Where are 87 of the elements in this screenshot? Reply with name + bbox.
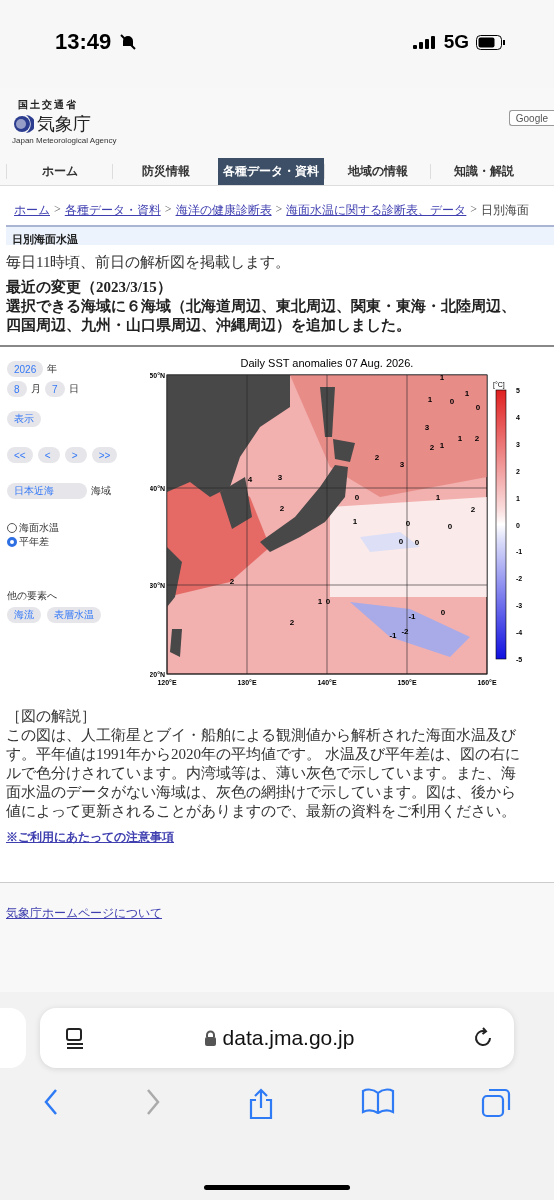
agency-logo-icon bbox=[12, 114, 34, 134]
url-text: data.jma.go.jp bbox=[222, 1026, 355, 1050]
agency-name: 気象庁 bbox=[37, 112, 91, 136]
contour-label: 2 bbox=[429, 443, 435, 452]
contour-label: 1 bbox=[317, 597, 323, 606]
month-label: 月 bbox=[31, 382, 41, 396]
contour-label: -2 bbox=[401, 627, 409, 636]
ministry-name: 国土交通省 bbox=[18, 98, 79, 112]
year-label: 年 bbox=[47, 362, 58, 376]
agency-english-name: Japan Meteorological Agency bbox=[12, 136, 117, 145]
about-site-link[interactable]: 気象庁ホームページについて bbox=[6, 906, 162, 920]
contour-label: 1 bbox=[464, 389, 470, 398]
explanation-text: 値によって更新されることがありますので、最新の資料をご利用ください。 bbox=[6, 802, 517, 821]
page-menu-icon[interactable] bbox=[64, 1027, 86, 1049]
explanation-text: この図は、人工衛星とブイ・船舶による観測値から解析された海面水温及び bbox=[6, 726, 517, 745]
reload-icon[interactable] bbox=[472, 1027, 494, 1049]
explanation-text: 面水温のデータがない海域は、灰色の網掛けで示しています。図は、後から bbox=[6, 783, 517, 802]
network-label: 5G bbox=[443, 31, 469, 53]
nav-tab[interactable]: ホーム bbox=[6, 164, 112, 179]
contour-label: 4 bbox=[247, 475, 253, 484]
share-icon[interactable] bbox=[247, 1088, 275, 1120]
explanation-text: ルで色分けされています。内湾域等は、薄い灰色で示しています。また、海 bbox=[6, 764, 517, 783]
contour-label: 2 bbox=[470, 505, 476, 514]
change-text: 四国周辺、九州・山口県周辺、沖縄周辺）を追加しました。 bbox=[6, 317, 411, 333]
radio-button[interactable] bbox=[7, 537, 17, 547]
breadcrumb-link[interactable]: ホーム bbox=[14, 202, 50, 219]
contour-label: 1 bbox=[457, 434, 463, 443]
contour-label: 2 bbox=[279, 504, 285, 513]
radio-option[interactable]: 平年差 bbox=[7, 535, 150, 549]
contour-label: 0 bbox=[449, 397, 455, 406]
explanation-text: す。平年値は1991年から2020年の平均値です。 水温及び平年差は、図の右に bbox=[6, 745, 521, 764]
contour-label: 2 bbox=[474, 434, 480, 443]
breadcrumb-current: 日別海面 bbox=[481, 202, 530, 219]
nav-tab[interactable]: 知識・解説 bbox=[430, 164, 536, 179]
explanation-heading: ［図の解説］ bbox=[6, 707, 97, 726]
contour-label: 1 bbox=[427, 395, 433, 404]
tabs-icon[interactable] bbox=[481, 1088, 511, 1118]
breadcrumb-separator: > bbox=[275, 202, 283, 218]
radio-button[interactable] bbox=[7, 523, 17, 533]
area-label: 海域 bbox=[91, 484, 111, 498]
breadcrumb-separator: > bbox=[470, 202, 478, 218]
other-elements-label: 他の要素へ bbox=[7, 589, 58, 603]
contour-label: 0 bbox=[440, 608, 446, 617]
nav-tab[interactable]: 各種データ・資料 bbox=[218, 158, 324, 185]
breadcrumb-link[interactable]: 海面水温に関する診断表、データ bbox=[286, 202, 467, 219]
breadcrumb-separator: > bbox=[164, 202, 172, 218]
contour-label: 1 bbox=[435, 493, 441, 502]
contour-label: -1 bbox=[408, 612, 416, 621]
contour-label: 0 bbox=[475, 403, 481, 412]
contour-label: 2 bbox=[289, 618, 295, 627]
map-title: Daily SST anomalies 07 Aug. 2026. bbox=[240, 357, 414, 369]
contour-label: 1 bbox=[439, 373, 445, 382]
back-icon[interactable] bbox=[43, 1088, 59, 1116]
contour-label: 0 bbox=[325, 597, 331, 606]
battery-icon bbox=[476, 34, 506, 50]
lock-icon bbox=[203, 1029, 217, 1047]
contour-label: 3 bbox=[424, 423, 430, 432]
signal-icon bbox=[412, 35, 437, 49]
nav-tab[interactable]: 地域の情報 bbox=[324, 164, 430, 179]
breadcrumb-link[interactable]: 海洋の健康診断表 bbox=[175, 202, 272, 219]
change-heading: 最近の変更（2023/3/15） bbox=[6, 279, 172, 295]
contour-label: 0 bbox=[414, 538, 420, 547]
notice-link[interactable]: ※ご利用にあたっての注意事項 bbox=[6, 830, 174, 844]
address-bar[interactable]: data.jma.go.jp bbox=[40, 1008, 514, 1068]
bell-muted-icon bbox=[119, 33, 138, 51]
radio-option[interactable]: 海面水温 bbox=[7, 521, 150, 535]
contour-label: 3 bbox=[399, 460, 405, 469]
contour-label: 2 bbox=[229, 577, 235, 586]
change-text: 選択できる海域に６海域（北海道周辺、東北周辺、関東・東海・北陸周辺、 bbox=[6, 298, 516, 314]
forward-icon[interactable] bbox=[145, 1088, 161, 1116]
intro-text: 毎日11時頃、前日の解析図を掲載します。 bbox=[6, 254, 291, 270]
contour-label: 0 bbox=[354, 493, 360, 502]
contour-label: 0 bbox=[398, 537, 404, 546]
contour-label: 1 bbox=[352, 517, 358, 526]
contour-label: 1 bbox=[439, 441, 445, 450]
contour-label: 0 bbox=[405, 519, 411, 528]
google-search-button[interactable]: Google bbox=[508, 110, 554, 126]
contour-label: 3 bbox=[277, 473, 283, 482]
contour-label: 0 bbox=[447, 522, 453, 531]
page-title-bar: 日別海面水温 bbox=[6, 225, 554, 245]
contour-label: -1 bbox=[389, 631, 397, 640]
status-time: 13:49 bbox=[55, 29, 112, 55]
breadcrumb-link[interactable]: 各種データ・資料 bbox=[64, 202, 161, 219]
day-label: 日 bbox=[69, 382, 79, 396]
contour-label: 2 bbox=[374, 453, 380, 462]
breadcrumb-separator: > bbox=[54, 202, 61, 218]
bookmarks-icon[interactable] bbox=[361, 1088, 395, 1114]
